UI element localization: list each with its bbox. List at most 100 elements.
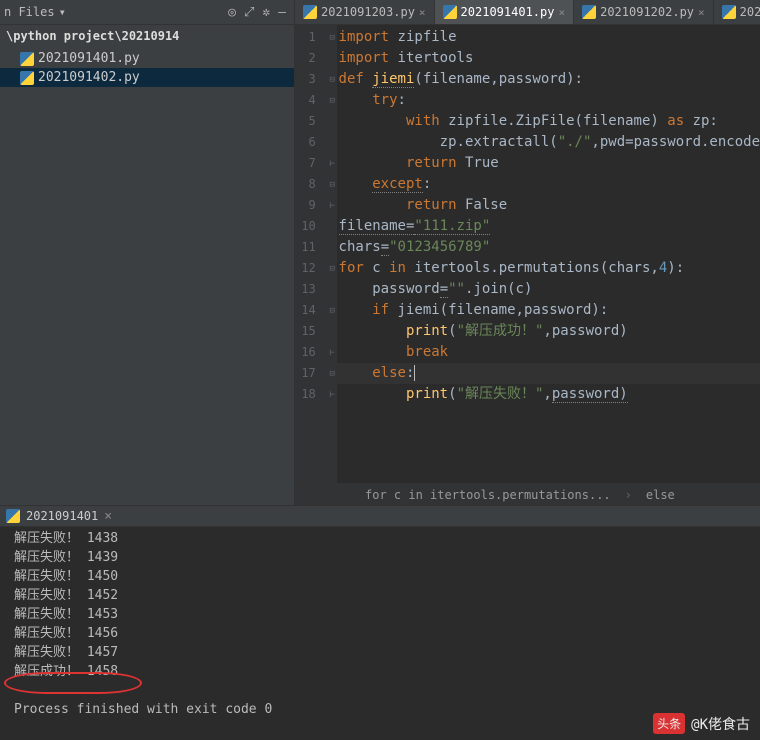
line-number[interactable]: 13 [295, 279, 328, 300]
code-line[interactable]: zp.extractall("./",pwd=password.encode [337, 132, 760, 153]
fold-marker[interactable]: ⊟ [328, 27, 337, 48]
fold-marker[interactable]: ⊢ [328, 384, 337, 405]
line-number[interactable]: 12 [295, 258, 328, 279]
run-console[interactable]: 解压失败！ 1438解压失败！ 1439解压失败！ 1450解压失败！ 1452… [0, 527, 760, 717]
code-line[interactable]: with zipfile.ZipFile(filename) as zp: [337, 111, 760, 132]
breadcrumb-segment[interactable]: else [646, 488, 675, 502]
fold-marker[interactable]: ⊟ [328, 69, 337, 90]
file-tree-item[interactable]: 2021091402.py [0, 68, 294, 87]
project-path: \python project\20210914 [0, 25, 294, 47]
tab-label: 2021091202.py [600, 5, 694, 19]
code-line[interactable]: filename="111.zip" [337, 216, 760, 237]
console-line: 解压失败！ 1452 [14, 586, 760, 605]
chevron-down-icon[interactable]: ▾ [59, 5, 66, 19]
fold-marker[interactable] [328, 237, 337, 258]
fold-marker[interactable]: ⊟ [328, 300, 337, 321]
fold-marker[interactable] [328, 132, 337, 153]
expand-icon[interactable]: ⤢ [244, 5, 254, 20]
line-number[interactable]: 9 [295, 195, 328, 216]
gear-icon[interactable]: ✲ [262, 5, 270, 20]
code-line[interactable]: return False [337, 195, 760, 216]
console-line: 解压失败！ 1453 [14, 605, 760, 624]
editor-tab[interactable]: 2021091203.py× [295, 0, 435, 24]
python-file-icon [582, 5, 596, 19]
line-number[interactable]: 18 [295, 384, 328, 405]
line-number[interactable]: 1 [295, 27, 328, 48]
code-line[interactable]: for c in itertools.permutations(chars,4)… [337, 258, 760, 279]
code-line[interactable]: if jiemi(filename,password): [337, 300, 760, 321]
run-config-name[interactable]: 2021091401 [26, 509, 98, 523]
close-icon[interactable]: × [104, 509, 112, 524]
line-number[interactable]: 14 [295, 300, 328, 321]
line-gutter: 123456789101112131415161718 [295, 25, 328, 483]
code-line[interactable]: print("解压失败！",password) [337, 384, 760, 405]
console-line [14, 681, 760, 700]
editor-tab[interactable]: 2021091401.py× [435, 0, 575, 24]
tab-label: 2021091401.py [461, 5, 555, 19]
code-line[interactable]: return True [337, 153, 760, 174]
editor-tab[interactable]: 2021× [714, 0, 760, 24]
fold-marker[interactable]: ⊢ [328, 195, 337, 216]
python-file-icon [722, 5, 736, 19]
sidebar-header: n Files ▾ ◎ ⤢ ✲ — [0, 0, 294, 25]
close-icon[interactable]: × [419, 6, 426, 19]
fold-marker[interactable] [328, 279, 337, 300]
code-line[interactable]: try: [337, 90, 760, 111]
code-line[interactable]: def jiemi(filename,password): [337, 69, 760, 90]
line-number[interactable]: 5 [295, 111, 328, 132]
line-number[interactable]: 16 [295, 342, 328, 363]
line-number[interactable]: 6 [295, 132, 328, 153]
code-breadcrumb: for c in itertools.permutations... › els… [295, 483, 760, 505]
breadcrumb-segment[interactable]: for c in itertools.permutations... [365, 488, 611, 502]
python-file-icon [20, 52, 34, 66]
fold-column: ⊟⊟⊟⊢⊟⊢⊟⊟⊢⊟⊢ [328, 25, 337, 483]
code-line[interactable]: chars="0123456789" [337, 237, 760, 258]
fold-marker[interactable] [328, 48, 337, 69]
code-line[interactable]: import itertools [337, 48, 760, 69]
line-number[interactable]: 8 [295, 174, 328, 195]
fold-marker[interactable]: ⊟ [328, 90, 337, 111]
line-number[interactable]: 7 [295, 153, 328, 174]
line-number[interactable]: 3 [295, 69, 328, 90]
editor-tab[interactable]: 2021091202.py × [574, 0, 714, 24]
code-line[interactable]: break [337, 342, 760, 363]
python-file-icon [303, 5, 317, 19]
line-number[interactable]: 10 [295, 216, 328, 237]
close-icon[interactable]: × [558, 6, 565, 19]
file-name: 2021091402.py [38, 70, 140, 85]
line-number[interactable]: 11 [295, 237, 328, 258]
code-line[interactable]: else: [337, 363, 760, 384]
console-line: 解压失败！ 1450 [14, 567, 760, 586]
python-file-icon [20, 71, 34, 85]
code-line[interactable]: password="".join(c) [337, 279, 760, 300]
fold-marker[interactable] [328, 111, 337, 132]
minimize-icon[interactable]: — [278, 5, 286, 20]
line-number[interactable]: 2 [295, 48, 328, 69]
code-area[interactable]: import zipfileimport itertoolsdef jiemi(… [337, 25, 760, 483]
watermark: 头条 @K佬食古 [653, 713, 750, 734]
fold-marker[interactable]: ⊟ [328, 363, 337, 384]
editor-tabs: 2021091203.py×2021091401.py×2021091202.p… [295, 0, 760, 25]
line-number[interactable]: 15 [295, 321, 328, 342]
fold-marker[interactable]: ⊢ [328, 153, 337, 174]
file-tree-item[interactable]: 2021091401.py [0, 49, 294, 68]
target-icon[interactable]: ◎ [228, 5, 236, 20]
fold-marker[interactable]: ⊟ [328, 174, 337, 195]
fold-marker[interactable]: ⊢ [328, 342, 337, 363]
line-number[interactable]: 17 [295, 363, 328, 384]
fold-marker[interactable] [328, 216, 337, 237]
close-icon[interactable]: × [698, 6, 705, 19]
line-number[interactable]: 4 [295, 90, 328, 111]
code-line[interactable]: print("解压成功！",password) [337, 321, 760, 342]
console-line: 解压失败！ 1438 [14, 529, 760, 548]
watermark-text: @K佬食古 [691, 714, 750, 734]
tab-label: 2021 [740, 5, 760, 19]
fold-marker[interactable]: ⊟ [328, 258, 337, 279]
console-line: Process finished with exit code 0 [14, 700, 760, 719]
sidebar-title: n Files [4, 5, 55, 19]
breadcrumb-sep-icon: › [625, 488, 632, 502]
console-line: 解压失败！ 1439 [14, 548, 760, 567]
fold-marker[interactable] [328, 321, 337, 342]
code-line[interactable]: except: [337, 174, 760, 195]
code-line[interactable]: import zipfile [337, 27, 760, 48]
